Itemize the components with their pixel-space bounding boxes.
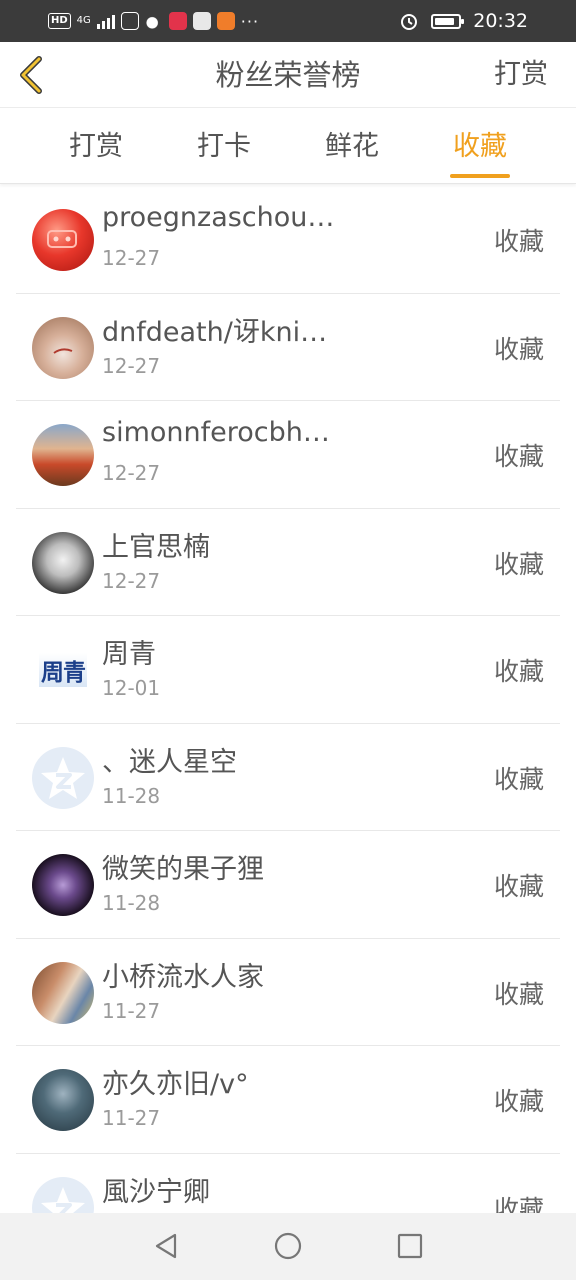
status-icons-left: HD 4G ···	[48, 12, 399, 31]
item-date: 11-27	[102, 998, 161, 1023]
system-home-button[interactable]	[266, 1226, 310, 1266]
tab-label: 收藏	[453, 131, 507, 162]
status-bar: HD 4G ··· 20:32	[0, 0, 576, 42]
user-name: 微笑的果子狸	[102, 854, 264, 885]
item-type: 收藏	[493, 334, 544, 364]
dark-photo-avatar	[32, 1069, 94, 1131]
hd-badge: HD	[48, 13, 71, 29]
user-name: proegnzaschou…	[102, 202, 335, 233]
avatar-text: 周青	[39, 653, 87, 687]
circle-home-icon	[274, 1232, 302, 1260]
item-date: 11-28	[102, 891, 161, 915]
item-type: 收藏	[493, 227, 544, 256]
item-type: 收藏	[493, 872, 544, 901]
user-name: 上官思楠	[102, 531, 210, 563]
item-date: 12-27	[102, 353, 161, 378]
angel-avatar	[32, 531, 94, 594]
signal-icon	[96, 13, 115, 29]
more-notifications-icon: ···	[240, 11, 260, 31]
item-type: 收藏	[493, 979, 544, 1009]
text-avatar: 周青	[32, 639, 94, 701]
item-date: 12-01	[102, 676, 161, 700]
network-type: 4G	[76, 15, 91, 26]
purple-avatar	[32, 854, 94, 916]
alarm-icon	[401, 14, 418, 30]
couple-avatar	[32, 961, 94, 1024]
list-item[interactable]: 微笑的果子狸 11-28 收藏	[16, 831, 560, 939]
item-type: 收藏	[493, 442, 544, 471]
system-recents-button[interactable]	[388, 1226, 432, 1266]
list-item[interactable]: 小桥流水人家 11-27 收藏	[16, 939, 560, 1046]
user-name: 亦久亦旧/v°	[102, 1069, 249, 1100]
red-ball-avatar	[32, 209, 94, 271]
item-type: 收藏	[493, 657, 544, 686]
item-date: 11-28	[102, 783, 161, 808]
qzone-default-avatar	[32, 746, 94, 809]
battery-icon	[431, 13, 465, 29]
video-app-icon	[216, 12, 235, 30]
tab-reward[interactable]: 打赏	[32, 108, 160, 184]
item-type: 收藏	[493, 1087, 544, 1116]
item-date: 12-27	[102, 568, 161, 593]
tab-label: 打赏	[69, 131, 123, 162]
user-name: dnfdeath/讶kni…	[102, 316, 328, 348]
item-date: 11-27	[102, 1106, 161, 1130]
list-item[interactable]: 上官思楠 12-27 收藏	[16, 509, 560, 616]
item-type: 收藏	[493, 764, 544, 794]
tab-label: 打卡	[197, 131, 251, 162]
user-name: 周青	[102, 639, 156, 670]
tab-bar: 打赏 打卡 鲜花 收藏	[0, 108, 576, 184]
weather-icon	[144, 12, 163, 30]
tab-checkin[interactable]: 打卡	[160, 108, 288, 184]
list-item[interactable]: proegnzaschou… 12-27 收藏	[16, 186, 560, 294]
battery-level	[435, 17, 455, 25]
list-item[interactable]: simonnferocbh… 12-27 收藏	[16, 401, 560, 509]
square-recents-icon	[397, 1233, 423, 1259]
book-app-icon	[168, 12, 187, 30]
reward-button[interactable]: 打赏	[494, 42, 548, 108]
status-icons-right: 20:32	[399, 10, 528, 32]
tab-favorites[interactable]: 收藏	[416, 108, 544, 184]
item-date: 12-27	[102, 246, 161, 270]
system-back-button[interactable]	[144, 1226, 188, 1266]
list-item[interactable]: 周青 周青 12-01 收藏	[16, 616, 560, 724]
mail-app-icon	[192, 12, 211, 30]
user-name: 小桥流水人家	[102, 961, 264, 993]
list-item[interactable]: 、迷人星空 11-28 收藏	[16, 724, 560, 831]
list-item[interactable]: dnfdeath/讶kni… 12-27 收藏	[16, 294, 560, 401]
user-name: 風沙宁卿	[102, 1176, 210, 1208]
system-nav-bar	[0, 1213, 576, 1280]
nav-bar: 粉丝荣誉榜 打赏	[0, 42, 576, 108]
list-item[interactable]: 亦久亦旧/v° 11-27 收藏	[16, 1046, 560, 1154]
hand-app-icon	[120, 12, 139, 30]
status-time: 20:32	[473, 10, 528, 32]
page-title: 粉丝荣誉榜	[215, 58, 361, 92]
sunset-avatar	[32, 424, 94, 486]
active-tab-indicator	[450, 174, 510, 178]
fan-list: proegnzaschou… 12-27 收藏 dnfdeath/讶kni… 1…	[16, 186, 560, 1261]
item-type: 收藏	[493, 549, 544, 579]
triangle-back-icon	[155, 1233, 177, 1259]
tab-label: 鲜花	[325, 131, 379, 162]
user-name: simonnferocbh…	[102, 417, 330, 448]
user-name: 、迷人星空	[102, 746, 237, 778]
tab-flowers[interactable]: 鲜花	[288, 108, 416, 184]
item-date: 12-27	[102, 461, 161, 485]
photo-avatar	[32, 316, 94, 379]
